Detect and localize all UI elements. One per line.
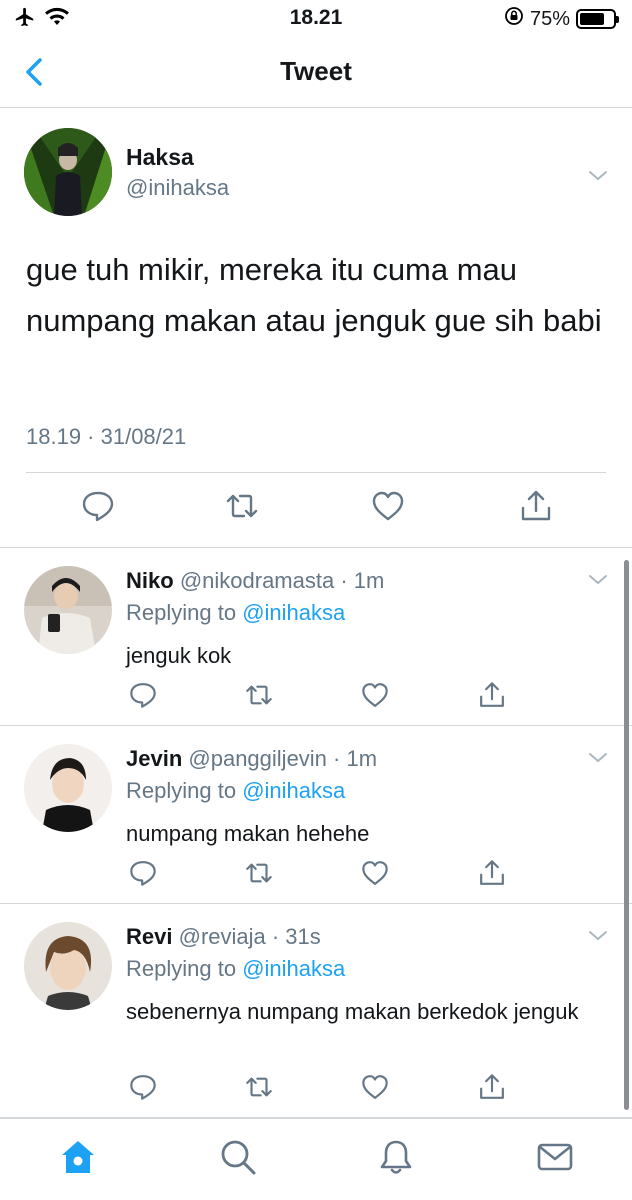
chevron-down-icon[interactable] [586, 924, 610, 948]
avatar[interactable] [24, 128, 112, 216]
replying-to: Replying to @inihaksa [126, 956, 345, 982]
share-icon[interactable] [518, 488, 554, 524]
search-icon[interactable] [218, 1137, 258, 1177]
reply-header: Niko @nikodramasta · 1m [126, 568, 384, 594]
home-icon[interactable] [58, 1137, 98, 1177]
author-name[interactable]: Revi [126, 924, 172, 949]
author-handle[interactable]: @inihaksa [126, 175, 229, 201]
mention-link[interactable]: @inihaksa [242, 600, 345, 625]
reply-icon[interactable] [128, 858, 158, 888]
mention-link[interactable]: @inihaksa [242, 956, 345, 981]
tweet-actions [0, 488, 632, 528]
replying-to-label: Replying to [126, 600, 243, 625]
retweet-icon[interactable] [244, 858, 274, 888]
reply-tweet[interactable]: Niko @nikodramasta · 1m Replying to @ini… [0, 548, 632, 726]
author-name[interactable]: Jevin [126, 746, 182, 771]
reply-actions [0, 858, 632, 890]
author-name[interactable]: Haksa [126, 144, 194, 171]
retweet-icon[interactable] [224, 488, 260, 524]
share-icon[interactable] [477, 1072, 507, 1102]
tweet-timestamp[interactable]: 18.19 · 31/08/21 [26, 424, 186, 450]
battery-level [580, 13, 604, 25]
avatar[interactable] [24, 922, 112, 1010]
reply-text: numpang makan hehehe [126, 821, 370, 846]
share-icon[interactable] [477, 680, 507, 710]
reply-text: jenguk kok [126, 643, 232, 668]
like-icon[interactable] [360, 858, 390, 888]
replying-to: Replying to @inihaksa [126, 778, 345, 804]
reply-header: Jevin @panggiljevin · 1m [126, 746, 377, 772]
reply-text: sebenernya numpang makan berkedok jenguk [126, 999, 579, 1024]
nav-header: Tweet [0, 36, 632, 108]
chevron-down-icon[interactable] [586, 164, 610, 188]
reply-icon[interactable] [128, 680, 158, 710]
share-icon[interactable] [477, 858, 507, 888]
battery-icon [576, 9, 619, 29]
author-name[interactable]: Niko [126, 568, 174, 593]
avatar[interactable] [24, 566, 112, 654]
replying-to-label: Replying to [126, 956, 243, 981]
retweet-icon[interactable] [244, 1072, 274, 1102]
status-bar: 18.21 75% [0, 0, 632, 36]
replying-to-label: Replying to [126, 778, 243, 803]
page-title: Tweet [280, 56, 352, 86]
avatar[interactable] [24, 744, 112, 832]
reply-tweet[interactable]: Jevin @panggiljevin · 1m Replying to @in… [0, 726, 632, 904]
reply-tweet[interactable]: Revi @reviaja · 31s Replying to @inihaks… [0, 904, 632, 1118]
chevron-down-icon[interactable] [586, 746, 610, 770]
notifications-icon[interactable] [376, 1137, 416, 1177]
main-tweet: Haksa @inihaksa gue tuh mikir, mereka it… [0, 108, 632, 548]
reply-actions [0, 1072, 632, 1104]
reply-actions [0, 680, 632, 712]
author-handle-time[interactable]: @nikodramasta · 1m [180, 568, 385, 593]
replying-to: Replying to @inihaksa [126, 600, 345, 626]
status-right: 75% [504, 6, 619, 32]
scrollbar[interactable] [624, 560, 629, 1110]
like-icon[interactable] [360, 680, 390, 710]
reply-icon[interactable] [128, 1072, 158, 1102]
author-handle-time[interactable]: @reviaja · 31s [179, 924, 321, 949]
tweet-text: gue tuh mikir, mereka itu cuma mau numpa… [26, 252, 602, 338]
mention-link[interactable]: @inihaksa [242, 778, 345, 803]
reply-header: Revi @reviaja · 31s [126, 924, 321, 950]
author-handle-time[interactable]: @panggiljevin · 1m [188, 746, 377, 771]
tab-bar [0, 1118, 632, 1200]
divider [26, 472, 606, 473]
chevron-down-icon[interactable] [586, 568, 610, 592]
reply-icon[interactable] [80, 488, 116, 524]
like-icon[interactable] [360, 1072, 390, 1102]
retweet-icon[interactable] [244, 680, 274, 710]
messages-icon[interactable] [535, 1137, 575, 1177]
like-icon[interactable] [370, 488, 406, 524]
orientation-lock-icon [504, 6, 524, 32]
battery-percent: 75% [529, 7, 570, 30]
